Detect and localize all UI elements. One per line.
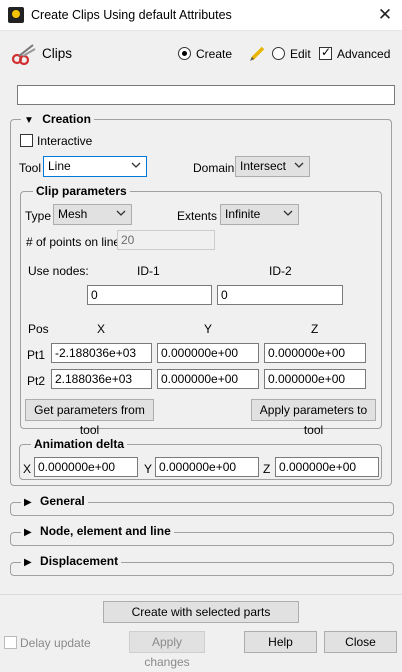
pt2-label: Pt2	[27, 374, 46, 388]
delay-update-checkbox[interactable]	[4, 636, 17, 649]
node-id1-input[interactable]: 0	[87, 285, 212, 305]
animation-delta-title: Animation delta	[31, 437, 128, 451]
help-button[interactable]: Help	[244, 631, 317, 653]
node-element-line-title: Node, element and line	[40, 524, 171, 538]
chevron-down-icon	[116, 210, 126, 216]
window-close-button[interactable]: ✕	[370, 4, 400, 28]
general-title: General	[40, 494, 85, 508]
create-radio[interactable]	[178, 47, 191, 60]
clip-parameters-title: Clip parameters	[33, 184, 130, 198]
apply-changes-button[interactable]: Apply changes	[129, 631, 205, 669]
general-header[interactable]: ▶ General	[21, 494, 88, 508]
collapsed-triangle-icon: ▶	[24, 557, 32, 568]
pt1-label: Pt1	[27, 348, 46, 362]
advanced-label[interactable]: Advanced	[337, 47, 390, 61]
create-with-selected-parts-button[interactable]: Create with selected parts	[103, 601, 299, 623]
anim-z-input[interactable]: 0.000000e+00	[275, 457, 379, 477]
x-column-label: X	[97, 322, 106, 336]
advanced-checkbox[interactable]	[319, 45, 332, 60]
clip-parameters-group	[20, 191, 382, 429]
chevron-down-icon	[294, 162, 304, 168]
app-icon	[8, 7, 24, 23]
apply-parameters-button[interactable]: Apply parameters to tool	[251, 399, 376, 437]
displacement-header[interactable]: ▶ Displacement	[21, 554, 122, 568]
pt1-z-input[interactable]: 0.000000e+00	[264, 343, 366, 363]
pt1-x-input[interactable]: -2.188036e+03	[51, 343, 152, 363]
anim-x-label: X	[23, 462, 32, 476]
pos-label: Pos	[28, 322, 49, 336]
z-column-label: Z	[311, 322, 319, 336]
get-parameters-button[interactable]: Get parameters from tool	[25, 399, 154, 437]
id2-label: ID-2	[269, 264, 292, 278]
interactive-checkbox[interactable]	[20, 134, 33, 147]
points-on-line-label: # of points on line	[26, 235, 121, 249]
displacement-title: Displacement	[40, 554, 119, 568]
chevron-down-icon	[131, 162, 141, 168]
y-column-label: Y	[204, 322, 213, 336]
pt2-y-input[interactable]: 0.000000e+00	[157, 369, 259, 389]
delay-update-label[interactable]: Delay update	[20, 636, 91, 650]
domain-label: Domain	[193, 161, 235, 175]
scissors-icon	[11, 44, 36, 65]
chevron-down-icon	[283, 210, 293, 216]
anim-y-label: Y	[144, 462, 153, 476]
domain-select[interactable]: Intersect	[235, 156, 310, 177]
pencil-icon	[250, 46, 265, 61]
type-label: Type	[25, 209, 52, 223]
clip-name-input[interactable]	[17, 85, 395, 105]
close-button[interactable]: Close	[324, 631, 397, 653]
type-value: Mesh	[58, 207, 88, 221]
window-title: Create Clips Using default Attributes	[31, 8, 232, 22]
domain-value: Intersect	[240, 159, 287, 173]
anim-z-label: Z	[263, 462, 271, 476]
tool-label: Tool	[19, 161, 42, 175]
collapsed-triangle-icon: ▶	[24, 527, 32, 538]
edit-label[interactable]: Edit	[290, 47, 311, 61]
interactive-label[interactable]: Interactive	[37, 134, 92, 148]
extents-select[interactable]: Infinite	[220, 204, 299, 225]
edit-radio[interactable]	[272, 47, 285, 60]
extents-label: Extents	[177, 209, 218, 223]
tool-select[interactable]: Line	[43, 156, 147, 177]
type-select[interactable]: Mesh	[53, 204, 132, 225]
node-element-line-header[interactable]: ▶ Node, element and line	[21, 524, 174, 538]
points-on-line-input: 20	[117, 230, 215, 250]
creation-header[interactable]: ▼ Creation	[21, 112, 94, 126]
anim-x-input[interactable]: 0.000000e+00	[34, 457, 138, 477]
extents-value: Infinite	[225, 207, 261, 221]
anim-y-input[interactable]: 0.000000e+00	[155, 457, 259, 477]
creation-title: Creation	[42, 112, 91, 126]
pt2-z-input[interactable]: 0.000000e+00	[264, 369, 366, 389]
expanded-triangle-icon: ▼	[24, 115, 34, 126]
collapsed-triangle-icon: ▶	[24, 497, 32, 508]
create-label[interactable]: Create	[196, 47, 232, 61]
id1-label: ID-1	[137, 264, 160, 278]
clips-label: Clips	[42, 46, 73, 61]
pt2-x-input[interactable]: 2.188036e+03	[51, 369, 152, 389]
pt1-y-input[interactable]: 0.000000e+00	[157, 343, 259, 363]
node-id2-input[interactable]: 0	[217, 285, 343, 305]
tool-value: Line	[48, 159, 71, 173]
use-nodes-label: Use nodes:	[28, 264, 89, 278]
footer-divider	[0, 594, 402, 595]
